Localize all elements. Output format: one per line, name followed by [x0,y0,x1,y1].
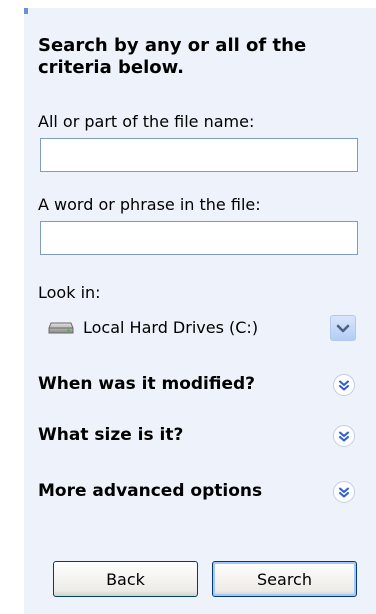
file-name-label: All or part of the file name: [38,112,255,131]
section-when-modified[interactable]: When was it modified? [38,371,358,401]
section-advanced-options[interactable]: More advanced options [38,478,358,508]
expand-chevron-icon[interactable] [332,480,356,504]
chevron-down-icon [336,324,350,333]
back-button[interactable]: Back [53,561,198,597]
search-button[interactable]: Search [212,561,357,597]
panel-corner-accent [24,8,28,14]
file-name-input[interactable] [40,138,358,172]
search-heading: Search by any or all of the criteria bel… [38,35,307,78]
dropdown-arrow-button[interactable] [330,315,356,341]
section-what-size[interactable]: What size is it? [38,422,358,452]
look-in-label: Look in: [38,283,101,302]
look-in-dropdown[interactable]: Local Hard Drives (C:) [40,311,358,345]
expand-chevron-icon[interactable] [332,424,356,448]
section-when-modified-label: When was it modified? [38,374,256,394]
hard-drive-icon [48,322,74,334]
expand-chevron-icon[interactable] [332,373,356,397]
phrase-input[interactable] [40,221,358,255]
section-what-size-label: What size is it? [38,425,184,445]
phrase-label: A word or phrase in the file: [38,195,261,214]
look-in-selected-value: Local Hard Drives (C:) [83,318,259,337]
section-advanced-options-label: More advanced options [38,481,263,501]
